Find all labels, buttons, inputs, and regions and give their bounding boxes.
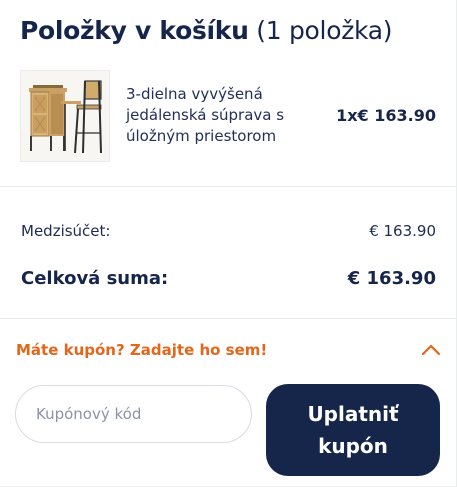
divider [0, 186, 456, 187]
coupon-toggle-link[interactable]: Máte kupón? Zadajte ho sem! [16, 341, 267, 359]
product-thumbnail[interactable] [20, 70, 110, 162]
dining-set-image-icon [29, 80, 102, 154]
coupon-code-input[interactable] [15, 385, 252, 443]
subtotal-value: € 163.90 [369, 222, 436, 240]
product-name-link[interactable]: 3-dielna vyvýšená jedálenská súprava s ú… [126, 84, 326, 147]
chevron-up-icon[interactable] [420, 340, 442, 358]
cart-title: Položky v košíku (1 položka) [20, 13, 393, 49]
cart-item-count: (1 položka) [256, 16, 393, 45]
product-quantity-price: 1x€ 163.90 [336, 106, 436, 125]
subtotal-label: Medzisúčet: [21, 222, 111, 240]
apply-coupon-button[interactable]: Uplatniť kupón [266, 384, 440, 476]
total-label: Celková suma: [21, 268, 169, 289]
total-value: € 163.90 [347, 268, 436, 289]
cart-title-text: Položky v košíku [20, 16, 249, 45]
divider [0, 318, 456, 319]
